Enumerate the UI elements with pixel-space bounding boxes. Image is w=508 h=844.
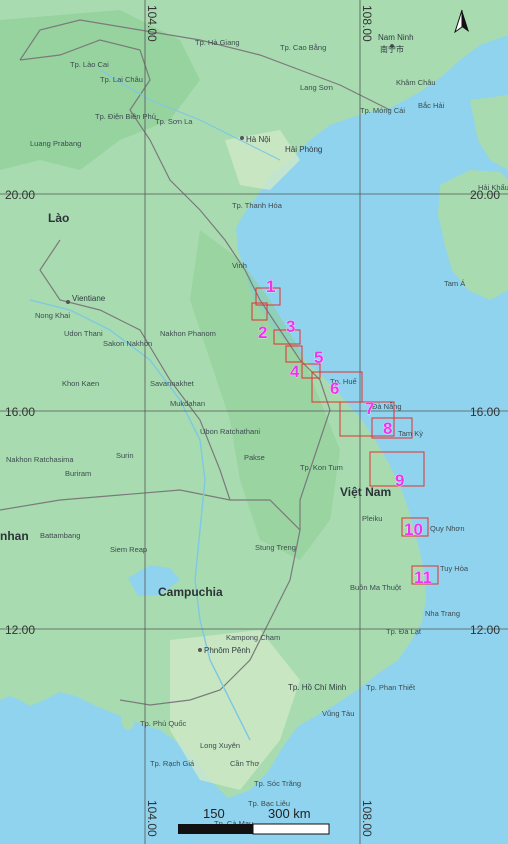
city-kham-chau: Khâm Châu	[396, 78, 436, 87]
city-long-xuyen: Long Xuyên	[200, 741, 240, 750]
lon-label-bottom-104: 104.00	[145, 800, 159, 837]
city-mong-cai: Tp. Móng Cái	[360, 106, 405, 115]
city-vinh: Vinh	[232, 261, 247, 270]
city-bac-hai: Bắc Hải	[418, 101, 445, 110]
study-label-10: 10	[404, 520, 423, 539]
city-sakon-nakhon: Sakon Nakhon	[103, 339, 152, 348]
city-battambang: Battambang	[40, 531, 80, 540]
city-son-la: Tp. Sơn La	[155, 117, 193, 126]
city-da-nang: Đà Nẵng	[372, 402, 402, 411]
city-vientiane: Vientiane	[72, 294, 106, 303]
city-nong-khai: Nong Khai	[35, 311, 70, 320]
country-label-thailand: nhan	[0, 529, 29, 543]
country-label-laos: Lào	[48, 211, 69, 225]
lat-label-left-20: 20.00	[5, 188, 35, 202]
phu-quoc-island	[121, 706, 135, 730]
city-nakhon-phanom: Nakhon Phanom	[160, 329, 216, 338]
scale-bar-segment-2	[252, 823, 330, 835]
city-phu-quoc: Tp. Phú Quốc	[140, 719, 187, 728]
study-label-11: 11	[414, 568, 432, 587]
city-can-tho: Cần Thơ	[230, 759, 259, 768]
scale-label-150: 150	[203, 806, 225, 821]
study-label-7: 7	[365, 399, 374, 418]
city-vung-tau: Vũng Tàu	[322, 709, 354, 718]
city-dien-bien-phu: Tp. Điện Biên Phủ	[95, 112, 156, 121]
city-kampong-cham: Kampong Cham	[226, 633, 280, 642]
lon-label-top-108: 108.00	[360, 5, 374, 42]
city-nam-ninh-cn: 南宁市	[380, 44, 404, 54]
city-hcm: Tp. Hồ Chí Minh	[288, 683, 346, 692]
study-label-6: 6	[330, 379, 339, 398]
city-surin: Surin	[116, 451, 134, 460]
city-khon-kaen: Khon Kaen	[62, 379, 99, 388]
city-pleiku: Pleiku	[362, 514, 382, 523]
city-siem-reap: Siem Reap	[110, 545, 147, 554]
city-udon-thani: Udon Thani	[64, 329, 103, 338]
city-stung-treng: Stung Treng	[255, 543, 296, 552]
country-label-cambodia: Campuchia	[158, 585, 223, 599]
city-ha-noi: Hà Nội	[246, 135, 271, 144]
lon-label-top-104: 104.00	[145, 5, 159, 42]
lat-label-left-12: 12.00	[5, 623, 35, 637]
scale-bar-segment-1	[178, 824, 253, 834]
city-buriram: Buriram	[65, 469, 91, 478]
scale-label-300: 300 km	[268, 806, 311, 821]
city-phan-thiet: Tp. Phan Thiết	[366, 683, 416, 692]
city-thanh-hoa: Tp. Thanh Hóa	[232, 201, 283, 210]
city-hai-phong: Hải Phòng	[285, 145, 322, 154]
city-lai-chau: Tp. Lai Châu	[100, 75, 143, 84]
city-ha-giang: Tp. Hà Giang	[195, 38, 240, 47]
lat-label-right-12: 12.00	[470, 623, 500, 637]
map-svg: 20.00 20.00 16.00 16.00 12.00 12.00 104.…	[0, 0, 508, 844]
city-savannakhet: Savannakhet	[150, 379, 195, 388]
study-label-5: 5	[314, 348, 323, 367]
study-label-3: 3	[286, 317, 295, 336]
city-buon-ma-thuot: Buôn Ma Thuột	[350, 583, 402, 592]
city-nam-ninh: Nam Ninh	[378, 33, 414, 42]
city-tam-ky: Tam Kỳ	[398, 429, 423, 438]
city-hai-khau: Hải Khẩu	[478, 183, 508, 192]
city-kon-tum: Tp. Kon Tum	[300, 463, 343, 472]
city-phnom-penh: Phnôm Pênh	[204, 646, 250, 655]
study-label-1: 1	[266, 277, 275, 296]
city-mukdahan: Mukdahan	[170, 399, 205, 408]
city-nha-trang: Nha Trang	[425, 609, 460, 618]
city-nakhon-ratchasima: Nakhon Ratchasima	[6, 455, 74, 464]
city-lao-cai: Tp. Lào Cai	[70, 60, 109, 69]
city-pakse: Pakse	[244, 453, 265, 462]
city-ubon-ratchathani: Ubon Ratchathani	[200, 427, 260, 436]
city-cao-bang: Tp. Cao Bằng	[280, 43, 326, 52]
city-luang-prabang: Luang Prabang	[30, 139, 81, 148]
city-da-lat: Tp. Đà Lạt	[386, 627, 422, 636]
city-lang-son: Lang Sơn	[300, 83, 333, 92]
map-canvas[interactable]: 20.00 20.00 16.00 16.00 12.00 12.00 104.…	[0, 0, 508, 844]
study-label-9: 9	[395, 471, 404, 490]
study-label-4: 4	[290, 362, 300, 381]
city-rach-gia: Tp. Rạch Giá	[150, 759, 195, 768]
city-quy-nhon: Quy Nhơn	[430, 524, 465, 533]
lat-label-left-16: 16.00	[5, 405, 35, 419]
city-soc-trang: Tp. Sóc Trăng	[254, 779, 301, 788]
country-label-vietnam: Việt Nam	[340, 485, 391, 499]
city-tam-a: Tam Á	[444, 279, 465, 288]
study-label-2: 2	[258, 323, 267, 342]
city-tuy-hoa: Tuy Hòa	[440, 564, 469, 573]
lat-label-right-16: 16.00	[470, 405, 500, 419]
study-label-8: 8	[383, 419, 392, 438]
lon-label-bottom-108: 108.00	[360, 800, 374, 837]
